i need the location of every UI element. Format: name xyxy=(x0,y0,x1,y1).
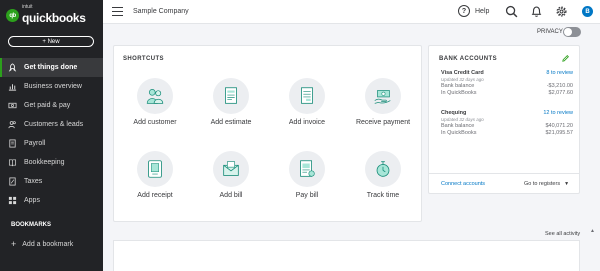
sidebar-item-bookkeeping[interactable]: Bookkeeping xyxy=(0,153,103,172)
sidebar-item-label: Get paid & pay xyxy=(24,102,71,109)
sidebar-item-get-things-done[interactable]: Get things done xyxy=(0,58,103,77)
rocket-icon xyxy=(8,63,17,72)
brand-name: quickbooks xyxy=(22,11,86,25)
gear-icon[interactable] xyxy=(555,5,568,18)
updated-text: Updated 32 days ago xyxy=(441,117,484,122)
activity-card xyxy=(113,240,580,271)
intuit-label: intuit xyxy=(22,4,33,10)
sidebar-item-label: Business overview xyxy=(24,83,82,90)
top-bar: Sample Company ? Help B xyxy=(103,0,600,24)
sidebar-item-label: Bookkeeping xyxy=(24,159,65,166)
sidebar-item-get-paid-pay[interactable]: Get paid & pay xyxy=(0,96,103,115)
account-name: Chequing xyxy=(441,110,467,116)
review-link[interactable]: 12 to review xyxy=(543,110,573,116)
account-chequing[interactable]: Chequing 12 to review Updated 32 days ag… xyxy=(441,110,573,136)
sidebar: qb intuit quickbooks + New Get things do… xyxy=(0,0,103,271)
invoice-icon xyxy=(301,87,313,104)
payroll-icon xyxy=(8,139,17,148)
add-bookmark-label: Add a bookmark xyxy=(22,240,74,248)
add-bookmark-link[interactable]: + Add a bookmark xyxy=(11,239,73,249)
pencil-icon[interactable] xyxy=(561,54,570,63)
sidebar-item-label: Get things done xyxy=(24,64,78,71)
sidebar-item-label: Apps xyxy=(24,197,40,204)
shortcut-receive-payment[interactable]: Receive payment xyxy=(345,78,421,126)
sidebar-item-label: Payroll xyxy=(24,140,46,147)
bank-accounts-card: BANK ACCOUNTS Visa Credit Card 8 to revi… xyxy=(428,45,580,194)
shortcut-add-estimate[interactable]: Add estimate xyxy=(193,78,269,126)
payment-icon xyxy=(374,90,391,104)
sidebar-nav: Get things done Business overview Get pa… xyxy=(0,58,103,210)
privacy-label: PRIVACY xyxy=(537,29,563,35)
shortcut-label: Pay bill xyxy=(295,192,319,199)
connect-accounts-link[interactable]: Connect accounts xyxy=(441,181,485,187)
quickbooks-logo[interactable]: qb intuit quickbooks xyxy=(6,5,86,26)
shortcut-label: Add customer xyxy=(133,119,177,126)
qb-balance-value: $21,095.57 xyxy=(545,130,573,136)
shortcut-track-time[interactable]: Track time xyxy=(345,151,421,199)
scroll-up-icon[interactable]: ▲ xyxy=(590,228,595,234)
bank-balance-value: -$3,210.00 xyxy=(546,83,573,89)
shortcuts-card: SHORTCUTS Add customer Add estimate Add … xyxy=(113,45,422,222)
sidebar-item-label: Customers & leads xyxy=(24,121,84,128)
bank-balance-label: Bank balance xyxy=(441,83,475,89)
plus-icon: + xyxy=(11,239,17,249)
shortcut-label: Add estimate xyxy=(210,119,252,126)
shortcut-add-customer[interactable]: Add customer xyxy=(117,78,193,126)
new-button[interactable]: + New xyxy=(8,36,94,47)
search-icon[interactable] xyxy=(505,5,518,18)
people-icon xyxy=(8,120,17,129)
go-to-registers-label: Go to registers xyxy=(524,181,561,187)
sidebar-item-payroll[interactable]: Payroll xyxy=(0,134,103,153)
company-name: Sample Company xyxy=(133,8,189,15)
qb-logo-icon: qb xyxy=(6,9,19,22)
hamburger-menu-icon[interactable] xyxy=(112,7,123,16)
sidebar-item-business-overview[interactable]: Business overview xyxy=(0,77,103,96)
estimate-icon xyxy=(225,87,237,104)
bill-icon xyxy=(223,161,239,176)
qb-balance-label: In QuickBooks xyxy=(441,90,477,96)
sidebar-item-customers-leads[interactable]: Customers & leads xyxy=(0,115,103,134)
go-to-registers-dropdown[interactable]: Go to registers ▼ xyxy=(524,181,569,187)
see-all-activity-link[interactable]: See all activity xyxy=(545,231,580,237)
bookmarks-heading: BOOKMARKS xyxy=(11,222,51,228)
help-icon[interactable]: ? xyxy=(458,5,470,17)
shortcut-label: Add bill xyxy=(219,192,243,199)
updated-text: Updated 32 days ago xyxy=(441,77,484,82)
sidebar-item-apps[interactable]: Apps xyxy=(0,191,103,210)
shortcut-add-invoice[interactable]: Add invoice xyxy=(269,78,345,126)
qb-balance-value: $2,077.60 xyxy=(548,90,573,96)
help-button[interactable]: Help xyxy=(475,8,489,15)
receipt-icon xyxy=(148,160,162,178)
bank-footer: Connect accounts Go to registers ▼ xyxy=(429,173,579,194)
pay-bill-icon xyxy=(300,160,315,177)
chart-icon xyxy=(8,82,17,91)
sidebar-item-taxes[interactable]: Taxes xyxy=(0,172,103,191)
shortcuts-title: SHORTCUTS xyxy=(123,56,164,62)
book-icon xyxy=(8,158,17,167)
sidebar-item-label: Taxes xyxy=(24,178,43,185)
shortcut-add-receipt[interactable]: Add receipt xyxy=(117,151,193,199)
shortcut-label: Track time xyxy=(366,192,400,199)
shortcut-add-bill[interactable]: Add bill xyxy=(193,151,269,199)
qb-balance-label: In QuickBooks xyxy=(441,130,477,136)
bell-icon[interactable] xyxy=(530,5,543,18)
customer-icon xyxy=(146,89,164,104)
taxes-icon xyxy=(8,177,17,186)
privacy-toggle[interactable] xyxy=(563,27,581,37)
bank-accounts-title: BANK ACCOUNTS xyxy=(439,56,497,62)
shortcut-label: Receive payment xyxy=(355,119,411,126)
shortcut-label: Add invoice xyxy=(288,119,326,126)
bank-balance-value: $40,071.20 xyxy=(545,123,573,129)
money-icon xyxy=(8,101,17,110)
apps-icon xyxy=(8,196,17,205)
account-name: Visa Credit Card xyxy=(441,70,484,76)
chevron-down-icon: ▼ xyxy=(564,181,570,187)
avatar[interactable]: B xyxy=(582,6,593,17)
shortcut-label: Add receipt xyxy=(137,192,173,199)
stopwatch-icon xyxy=(376,161,390,177)
shortcut-pay-bill[interactable]: Pay bill xyxy=(269,151,345,199)
account-visa[interactable]: Visa Credit Card 8 to review Updated 32 … xyxy=(441,70,573,96)
bank-balance-label: Bank balance xyxy=(441,123,475,129)
review-link[interactable]: 8 to review xyxy=(546,70,573,76)
